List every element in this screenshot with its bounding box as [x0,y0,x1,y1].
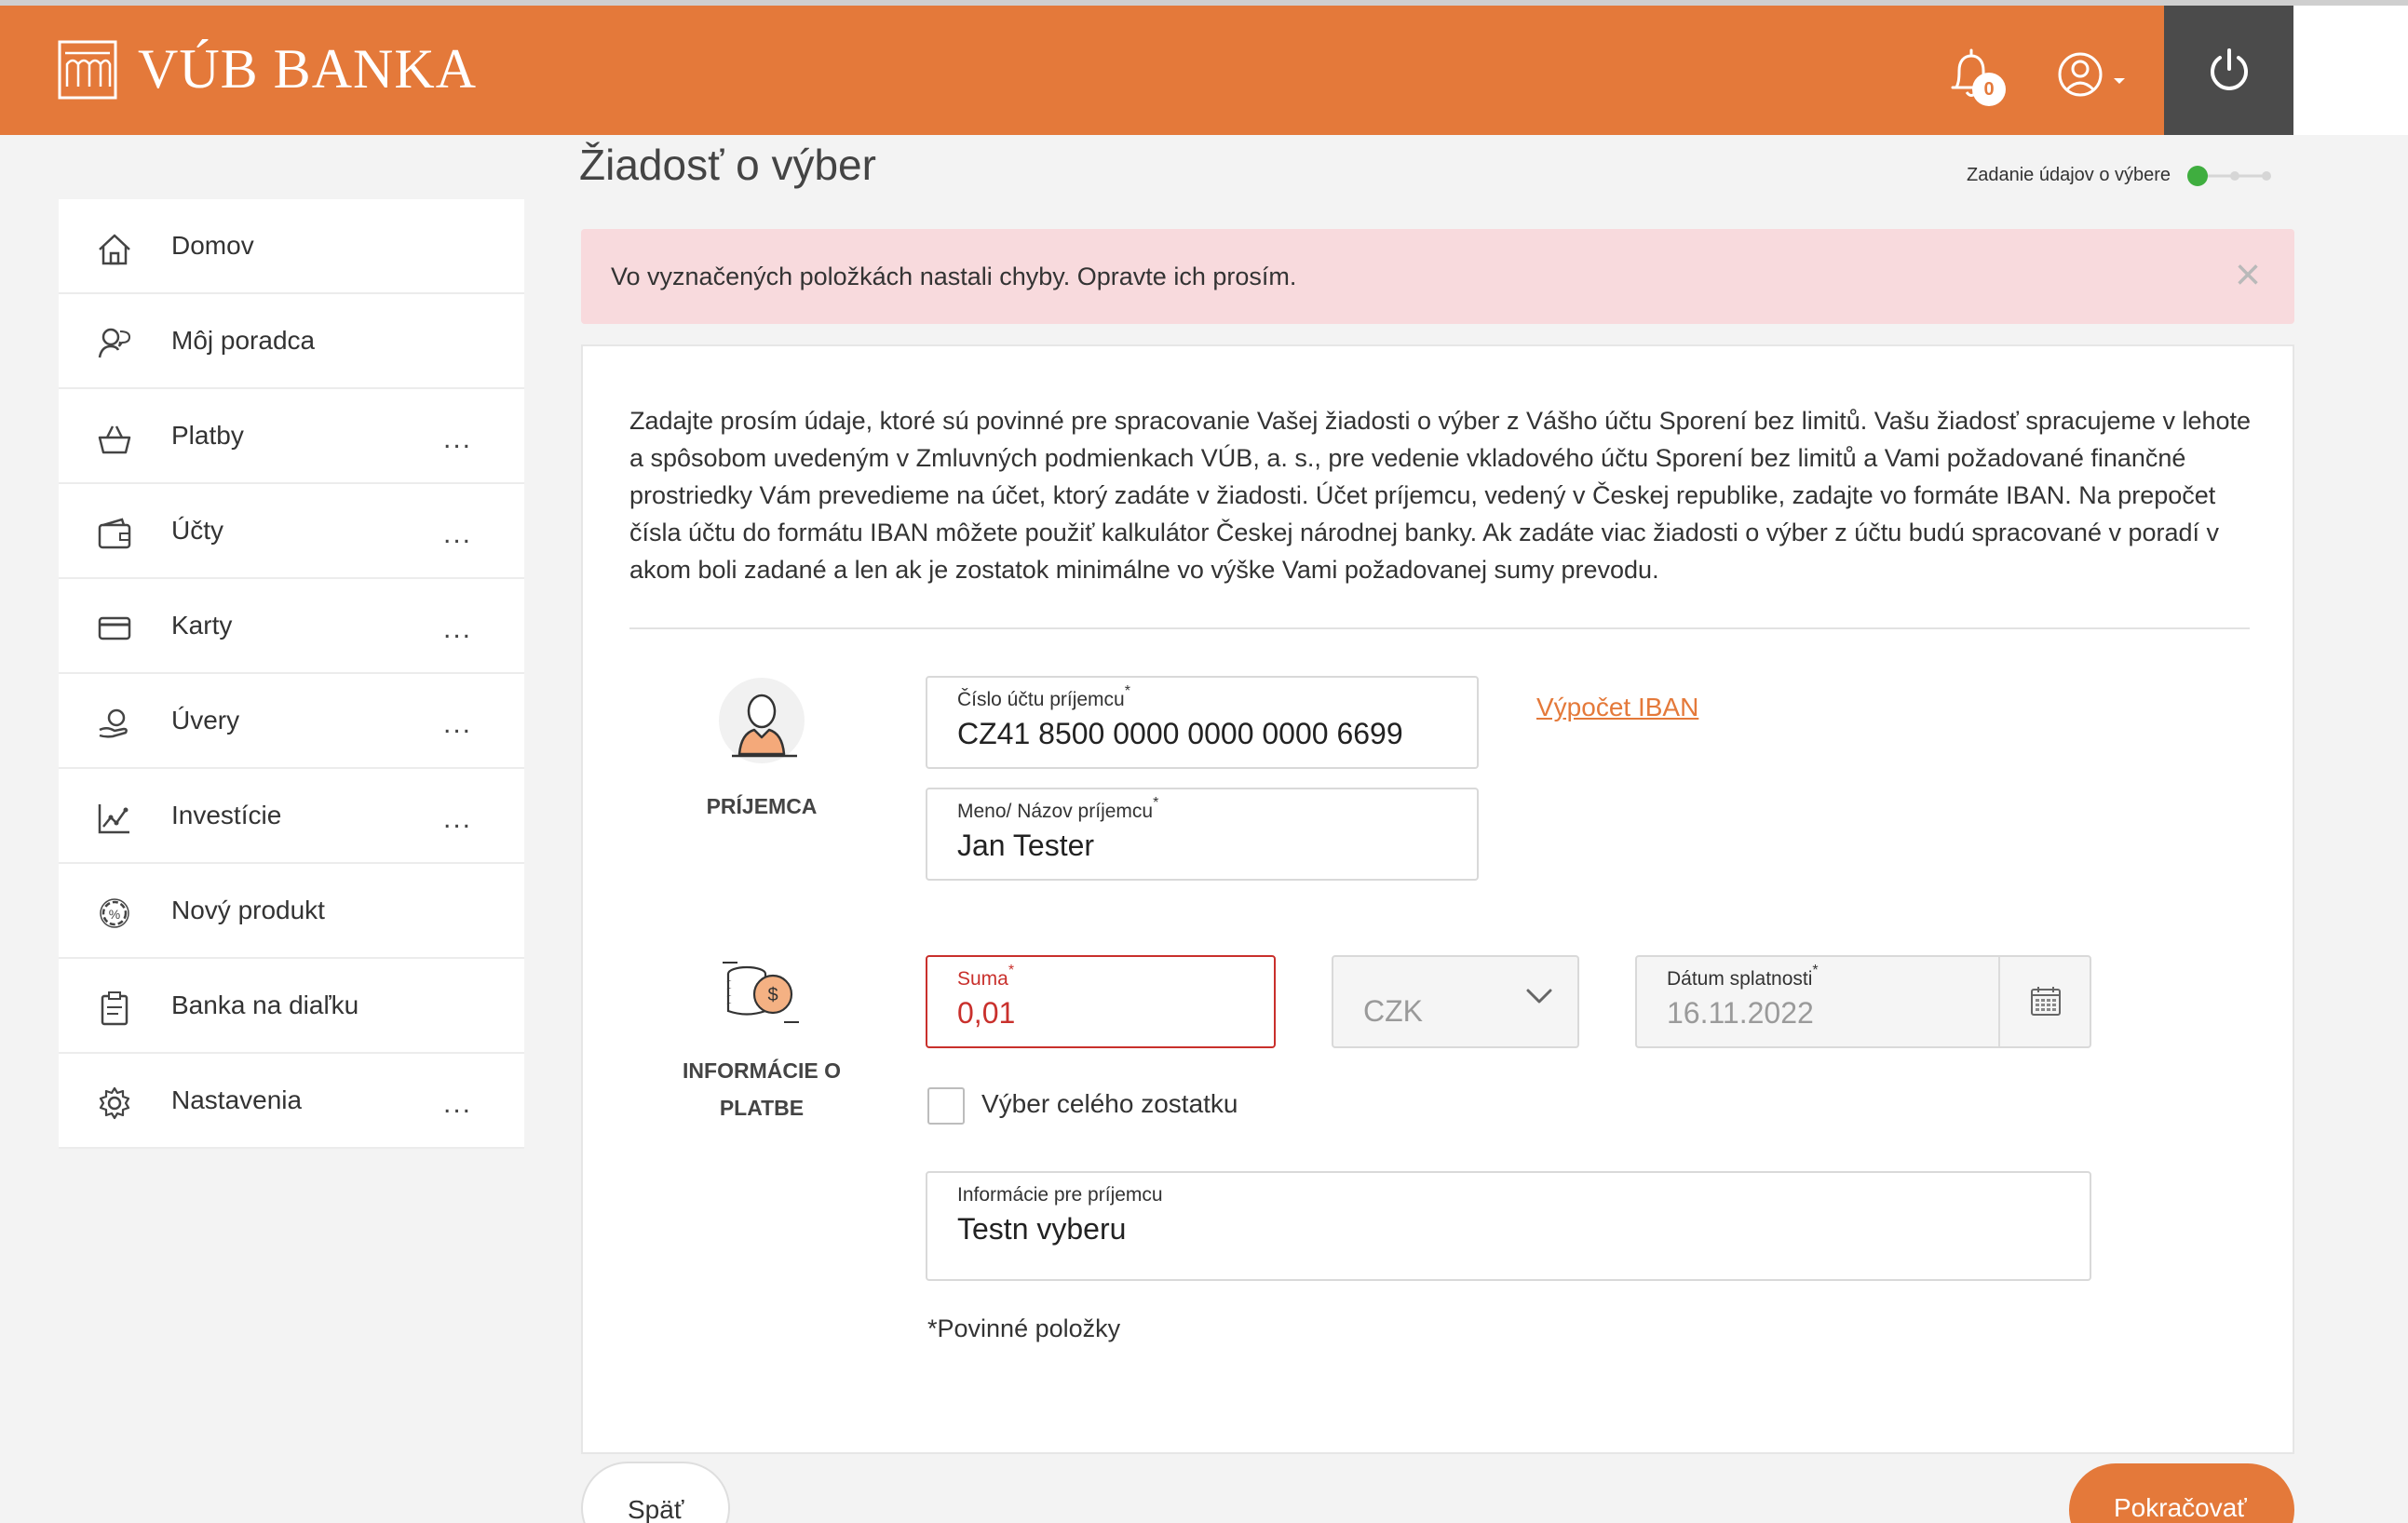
header: VÚB BANKA 0 [0,6,2408,135]
alert-message: Vo vyznačených položkách nastali chyby. … [611,263,1297,290]
recipient-info-input[interactable]: Testn vyberu [957,1212,1126,1247]
page-title: Žiadosť o výber [579,141,876,189]
back-button[interactable]: Späť [581,1462,730,1523]
loan-icon [99,708,128,738]
sidebar-item-ucty[interactable]: Účty ... [59,484,524,579]
recipient-person-icon [719,678,805,763]
user-icon [2058,52,2125,97]
percent-gear-icon: % [100,898,129,928]
error-alert: Vo vyznačených položkách nastali chyby. … [581,229,2294,324]
wallet-icon [98,518,131,549]
calendar-icon[interactable] [2030,985,2062,1017]
svg-text:%: % [109,907,120,922]
coins-icon: $ [723,962,799,1023]
gear-icon [99,1086,130,1120]
chart-icon [98,804,129,834]
sidebar-item-label: Karty [171,611,233,640]
clipboard-icon [101,991,129,1026]
power-icon [2210,47,2248,90]
sidebar-item-uvery[interactable]: Úvery ... [59,674,524,769]
withdrawal-form-card: Zadajte prosím údaje, ktoré sú povinné p… [581,344,2294,1454]
header-bar: VÚB BANKA 0 [0,6,2293,135]
sidebar-item-label: Úvery [171,706,240,735]
sidebar-item-label: Domov [171,231,254,260]
brand-name: VÚB BANKA [138,38,478,100]
currency-value: CZK [1363,994,1423,1028]
full-balance-checkbox[interactable] [927,1087,965,1125]
field-label: Dátum splatnosti* [1667,963,1819,990]
svg-text:$: $ [767,985,778,1005]
user-menu-button[interactable] [2056,43,2131,108]
sidebar-item-label: Banka na diaľku [171,991,359,1019]
card-icon [98,616,131,640]
more-icon[interactable]: ... [443,805,472,833]
home-icon [99,234,130,265]
iban-calculator-link[interactable]: Výpočet IBAN [1536,693,1698,722]
sidebar-item-banka-na-dialku[interactable]: Banka na diaľku [59,959,524,1054]
sidebar-item-platby[interactable]: Platby ... [59,389,524,484]
sidebar-item-karty[interactable]: Karty ... [59,579,524,674]
sidebar-item-label: Nastavenia [171,1085,303,1114]
bank-logo-icon [58,40,117,99]
section-label-recipient: PRÍJEMCA [706,794,818,818]
sidebar-item-label: Nový produkt [171,896,325,924]
field-label: Číslo účtu príjemcu* [957,683,1130,710]
close-icon[interactable]: × [2235,253,2261,298]
more-icon[interactable]: ... [443,1090,472,1118]
more-icon[interactable]: ... [443,520,472,548]
step-label: Zadanie údajov o výbere [1967,165,2171,185]
intro-text: Zadajte prosím údaje, ktoré sú povinné p… [629,407,2252,584]
more-icon[interactable]: ... [443,615,472,643]
logout-button[interactable] [2164,6,2293,135]
sidebar-item-novy-produkt[interactable]: % Nový produkt [59,864,524,959]
sidebar-item-label: Investície [171,801,282,829]
chevron-down-icon [1526,989,1552,1004]
recipient-account-field[interactable]: Číslo účtu príjemcu* CZ41 8500 0000 0000… [926,676,1479,769]
recipient-info-field[interactable]: Informácie pre príjemcu Testn vyberu [926,1171,2091,1281]
continue-button[interactable]: Pokračovať [2069,1463,2294,1523]
amount-field[interactable]: Suma* 0,01 [926,955,1276,1048]
recipient-name-field[interactable]: Meno/ Názov príjemcu* Jan Tester [926,788,1479,881]
sidebar-item-nastavenia[interactable]: Nastavenia ... [59,1054,524,1149]
divider [629,627,2250,629]
currency-select[interactable]: CZK [1332,955,1579,1048]
section-label-payment: INFORMÁCIE O PLATBE [683,1058,841,1120]
more-icon[interactable]: ... [443,710,472,738]
sidebar-item-domov[interactable]: Domov [59,199,524,294]
sidebar: Domov Môj poradca Platby ... Účty ... Ka… [59,199,524,1149]
sidebar-item-label: Platby [171,421,244,450]
more-icon[interactable]: ... [443,425,472,453]
sidebar-item-investicie[interactable]: Investície ... [59,769,524,864]
field-label: Suma* [957,963,1015,990]
advisor-icon [98,328,131,358]
sidebar-item-moj-poradca[interactable]: Môj poradca [59,294,524,389]
field-separator [1998,957,2000,1046]
due-date-input[interactable]: 16.11.2022 [1667,996,1814,1031]
required-note: *Povinné položky [927,1314,1121,1342]
recipient-account-input[interactable]: CZ41 8500 0000 0000 0000 6699 [957,717,1403,751]
basket-icon [98,425,131,454]
field-label: Informácie pre príjemcu [957,1184,1163,1206]
full-balance-label[interactable]: Výber celého zostatku [981,1089,1238,1119]
amount-input[interactable]: 0,01 [957,996,1015,1031]
sidebar-item-label: Môj poradca [171,326,316,355]
progress-stepper [2187,166,2271,186]
logo[interactable]: VÚB BANKA [58,37,477,101]
recipient-name-input[interactable]: Jan Tester [957,829,1094,863]
field-label: Meno/ Názov príjemcu* [957,795,1159,822]
caret-down-icon [2114,78,2125,84]
due-date-field[interactable]: Dátum splatnosti* 16.11.2022 [1635,955,2091,1048]
sidebar-item-label: Účty [171,516,223,545]
notification-badge: 0 [1972,73,2006,106]
